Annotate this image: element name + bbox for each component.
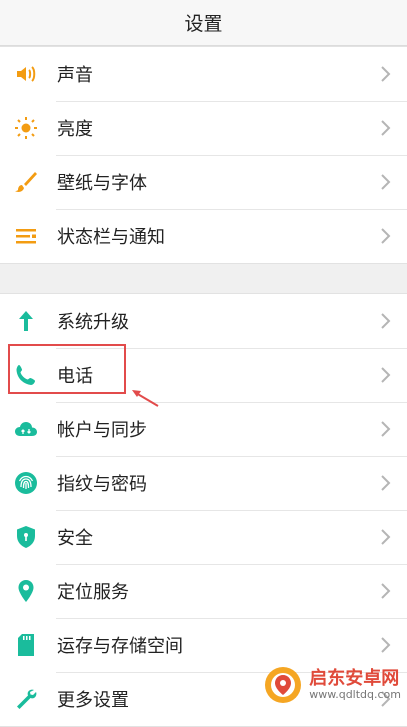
wrench-icon: [13, 686, 39, 712]
settings-item-label: 声音: [57, 65, 93, 86]
fingerprint-icon: [13, 470, 39, 496]
chevron-right-icon: [379, 474, 393, 492]
watermark-name: 启东安卓网: [309, 668, 400, 690]
chevron-right-icon: [379, 119, 393, 137]
sun-icon: [13, 115, 39, 141]
sd-card-icon: [13, 632, 39, 658]
settings-item-label: 指纹与密码: [57, 474, 147, 495]
arrow-up-icon: [13, 308, 39, 334]
settings-item-label: 状态栏与通知: [57, 227, 165, 248]
settings-item-account-sync[interactable]: 帐户与同步: [0, 402, 407, 456]
chevron-right-icon: [379, 65, 393, 83]
highlight-box: [8, 344, 126, 394]
settings-item-brightness[interactable]: 亮度: [0, 101, 407, 155]
brush-icon: [13, 169, 39, 195]
title-bar: 设置: [0, 0, 407, 46]
watermark-url: www.qdltdq.com: [309, 687, 401, 701]
settings-item-storage[interactable]: 运存与存储空间: [0, 618, 407, 672]
chevron-right-icon: [379, 312, 393, 330]
group-separator: [0, 264, 407, 293]
location-pin-icon: [13, 578, 39, 604]
settings-item-fingerprint-password[interactable]: 指纹与密码: [0, 456, 407, 510]
settings-item-label: 运存与存储空间: [57, 636, 183, 657]
settings-item-label: 安全: [57, 528, 93, 549]
settings-item-wallpaper-font[interactable]: 壁纸与字体: [0, 155, 407, 209]
settings-item-status-bar[interactable]: 状态栏与通知: [0, 209, 407, 263]
shield-icon: [13, 524, 39, 550]
chevron-right-icon: [379, 173, 393, 191]
menu-lines-icon: [13, 223, 39, 249]
chevron-right-icon: [379, 528, 393, 546]
settings-group-display: 声音 亮度 壁纸与字体 状态栏与通知: [0, 46, 407, 264]
settings-item-label: 亮度: [57, 119, 93, 140]
chevron-right-icon: [379, 582, 393, 600]
chevron-right-icon: [379, 227, 393, 245]
watermark: 启东安卓网 www.qdltdq.com: [263, 665, 401, 705]
settings-item-location[interactable]: 定位服务: [0, 564, 407, 618]
settings-item-system-update[interactable]: 系统升级: [0, 294, 407, 348]
chevron-right-icon: [379, 366, 393, 384]
settings-item-label: 定位服务: [57, 582, 129, 603]
settings-item-sound[interactable]: 声音: [0, 47, 407, 101]
chevron-right-icon: [379, 420, 393, 438]
page-title: 设置: [184, 13, 223, 35]
settings-item-label: 系统升级: [57, 312, 129, 333]
speaker-icon: [13, 61, 39, 87]
chevron-right-icon: [379, 636, 393, 654]
settings-item-label: 帐户与同步: [57, 420, 147, 441]
watermark-logo-icon: [265, 667, 302, 703]
annotation-arrow-icon: [132, 390, 159, 407]
settings-item-security[interactable]: 安全: [0, 510, 407, 564]
cloud-icon: [13, 416, 39, 442]
settings-item-label: 壁纸与字体: [57, 173, 147, 194]
